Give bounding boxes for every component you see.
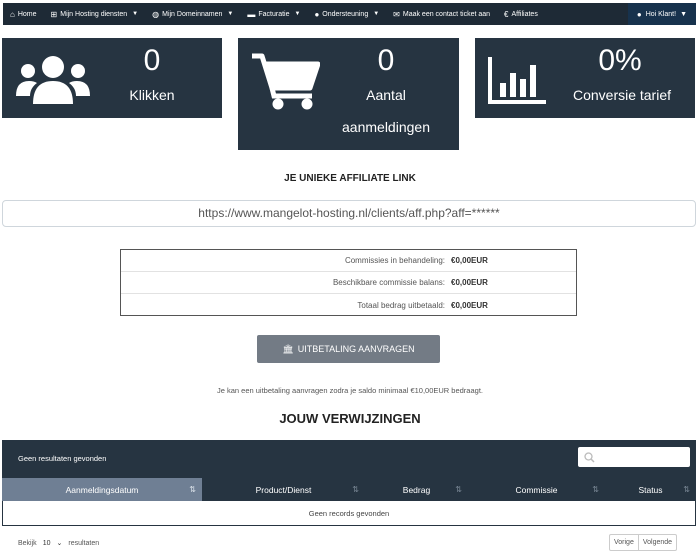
commission-row: Totaal bedrag uitbetaald: €0,00EUR: [121, 294, 576, 316]
cart-icon: [252, 53, 320, 110]
referrals-title: JOUW VERWIJZINGEN: [279, 411, 421, 426]
sort-icon: ⇅: [189, 485, 196, 494]
affiliate-link-field[interactable]: https://www.mangelot-hosting.nl/clients/…: [2, 200, 696, 227]
show-label: Bekijk: [18, 539, 37, 547]
nav-billing-label: Facturatie: [258, 10, 290, 18]
results-label: resultaten: [68, 539, 100, 547]
stat-clicks: 0 Klikken: [2, 38, 222, 118]
page-length-value: 10: [42, 539, 51, 547]
caret-down-icon: ▼: [373, 11, 380, 17]
sitemap-icon: ⊞: [50, 9, 58, 19]
caret-down-icon: ▼: [680, 10, 687, 18]
table-search-input[interactable]: [578, 447, 690, 467]
nav-domains[interactable]: ◍ Mijn Domeinnamen ▼: [145, 3, 240, 25]
globe-icon: ◍: [152, 9, 160, 19]
nav-home-label: Home: [17, 10, 37, 18]
nav-domains-label: Mijn Domeinnamen: [162, 10, 223, 18]
question-icon: ●: [314, 9, 320, 19]
nav-ticket[interactable]: ✉ Maak een contact ticket aan: [386, 3, 497, 25]
commission-value: €0,00EUR: [451, 300, 488, 310]
bank-icon: 🏛: [282, 343, 294, 354]
column-label: Product/Dienst: [255, 484, 312, 495]
affiliate-link-title: JE UNIEKE AFFILIATE LINK: [284, 173, 416, 184]
column-commission[interactable]: Commissie ⇅: [468, 478, 605, 501]
credit-card-icon: ▬: [247, 9, 256, 19]
signups-label-1: Aantal: [366, 87, 406, 103]
euro-icon: €: [504, 9, 509, 19]
stat-conversion: 0% Conversie tarief: [475, 38, 695, 118]
column-label: Commissie: [515, 484, 558, 495]
column-signup-date[interactable]: Aanmeldingsdatum ⇅: [2, 478, 202, 501]
commission-value: €0,00EUR: [451, 256, 488, 265]
users-icon: [16, 56, 90, 104]
signups-value: 0: [377, 44, 395, 77]
top-navbar: ⌂ Home ⊞ Mijn Hosting diensten ▼ ◍ Mijn …: [3, 3, 696, 25]
conversion-value: 0%: [598, 44, 642, 77]
clicks-value: 0: [143, 44, 161, 77]
nav-support[interactable]: ● Ondersteuning ▼: [307, 3, 386, 25]
commission-row: Beschikbare commissie balans: €0,00EUR: [121, 272, 576, 294]
caret-down-icon: ▼: [132, 11, 139, 17]
commissions-table: Commissies in behandeling: €0,00EUR Besc…: [120, 249, 577, 316]
column-label: Bedrag: [402, 484, 431, 495]
sort-icon: ⇅: [683, 485, 690, 494]
nav-affiliates-label: Affiliates: [511, 10, 538, 18]
bar-chart-icon: [488, 57, 546, 104]
request-payout-label: UITBETALING AANVRAGEN: [297, 344, 415, 354]
user-menu-label: Hoi Klant!: [645, 10, 677, 18]
page-length-select[interactable]: 10 ⌄: [41, 538, 65, 548]
envelope-icon: ✉: [393, 9, 400, 19]
sort-icon: ⇅: [455, 485, 462, 494]
nav-ticket-label: Maak een contact ticket aan: [402, 10, 491, 18]
column-amount[interactable]: Bedrag ⇅: [365, 478, 468, 501]
conversion-label: Conversie tarief: [572, 87, 672, 103]
nav-home[interactable]: ⌂ Home: [3, 3, 44, 25]
column-label: Aanmeldingsdatum: [65, 484, 139, 495]
nav-affiliates[interactable]: € Affiliates: [497, 3, 545, 25]
clicks-label: Klikken: [129, 87, 175, 103]
no-results-text: Geen resultaten gevonden: [18, 454, 107, 463]
commission-value: €0,00EUR: [451, 278, 488, 287]
column-product[interactable]: Product/Dienst ⇅: [202, 478, 365, 501]
caret-down-icon: ▼: [294, 11, 301, 17]
referrals-toolbar: Geen resultaten gevonden: [2, 440, 696, 478]
user-menu[interactable]: ● Hoi Klant! ▼: [627, 3, 696, 25]
caret-down-icon: ▼: [227, 11, 234, 17]
signups-label-2: aanmeldingen: [342, 119, 430, 135]
nav-billing[interactable]: ▬ Facturatie ▼: [240, 3, 307, 25]
search-icon: [584, 452, 595, 463]
nav-support-label: Ondersteuning: [322, 10, 369, 18]
commission-label: Totaal bedrag uitbetaald:: [357, 300, 445, 310]
referrals-column-headers: Aanmeldingsdatum ⇅ Product/Dienst ⇅ Bedr…: [2, 478, 696, 501]
sort-icon: ⇅: [592, 485, 599, 494]
sort-icon: ⇅: [352, 485, 359, 494]
user-icon: ●: [636, 9, 642, 19]
no-records-row: Geen records gevonden: [2, 501, 696, 526]
home-icon: ⌂: [10, 9, 15, 19]
column-label: Status: [638, 484, 663, 495]
column-status[interactable]: Status ⇅: [605, 478, 696, 501]
prev-page-button[interactable]: Vorige: [610, 535, 638, 550]
next-page-button[interactable]: Volgende: [637, 535, 676, 550]
commission-label: Beschikbare commissie balans:: [332, 278, 445, 287]
request-payout-button[interactable]: 🏛 UITBETALING AANVRAGEN: [257, 335, 440, 363]
commission-label: Commissies in behandeling:: [344, 256, 445, 265]
pagination: Vorige Volgende: [609, 534, 678, 551]
nav-hosting[interactable]: ⊞ Mijn Hosting diensten ▼: [44, 3, 146, 25]
nav-hosting-label: Mijn Hosting diensten: [60, 10, 128, 18]
stat-signups: 0 Aantal aanmeldingen: [238, 38, 459, 150]
page-length-control: Bekijk 10 ⌄ resultaten: [18, 538, 99, 548]
chevron-down-icon: ⌄: [56, 540, 63, 547]
commission-row: Commissies in behandeling: €0,00EUR: [121, 250, 576, 272]
payout-note: Je kan een uitbetaling aanvragen zodra j…: [216, 386, 483, 395]
